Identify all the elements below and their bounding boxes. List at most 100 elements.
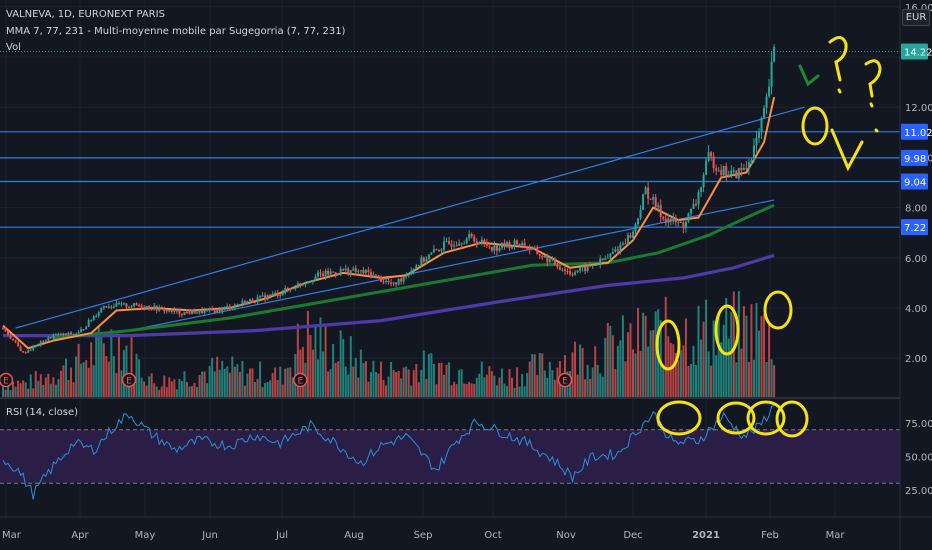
candle-body (402, 276, 405, 282)
chart-canvas[interactable]: EEEE 2.004.006.008.0010.0012.0016.00 25.… (0, 0, 932, 550)
candle-body (349, 270, 352, 275)
candle-body (541, 255, 544, 258)
volume-bar (274, 367, 277, 397)
volume-bar (420, 369, 423, 397)
volume-bar (236, 364, 239, 397)
volume-bar (362, 363, 365, 397)
volume-bar (377, 373, 380, 397)
candle-body (143, 307, 146, 309)
volume-bar (760, 316, 763, 397)
candle-body (216, 309, 219, 313)
candle-body (768, 86, 771, 97)
volume-bar (478, 373, 481, 397)
volume-bar (82, 362, 85, 397)
volume-bar (158, 389, 161, 397)
volume-bar (579, 344, 582, 397)
candle-body (513, 240, 516, 247)
volume-bar (599, 373, 602, 397)
candle-body (752, 145, 755, 161)
candle-body (160, 307, 163, 309)
candle-body (448, 241, 451, 244)
time-tick-label: Jul (275, 530, 288, 541)
candle-body (206, 309, 209, 311)
candle-body (740, 167, 743, 171)
volume-bar (614, 369, 617, 397)
candle-body (500, 242, 503, 249)
candle-body (445, 241, 448, 243)
indicator-legend[interactable]: MMA 7, 77, 231 - Multi-moyenne mobile pa… (6, 26, 345, 37)
candle-body (478, 242, 481, 245)
candle-body (44, 340, 47, 343)
candle-body (369, 271, 372, 277)
candle-body (155, 305, 158, 311)
volume-bar (445, 364, 448, 397)
volume-bar (702, 321, 705, 397)
candle-body (284, 288, 287, 294)
candle-body (309, 281, 312, 283)
candle-body (652, 197, 655, 200)
volume-bar (500, 368, 503, 397)
volume-bar (185, 381, 188, 397)
volume-bar (765, 361, 768, 397)
candle-body (531, 247, 534, 250)
candle-body (536, 247, 539, 255)
volume-bar (54, 384, 57, 397)
volume-bar (223, 368, 226, 397)
candle-body (112, 306, 115, 308)
candle-body (380, 276, 382, 282)
volume-bar (284, 368, 287, 397)
candle-body (710, 152, 713, 157)
volume-bar (75, 356, 78, 397)
candle-body (682, 222, 685, 229)
volume-bar (538, 353, 541, 397)
candle-body (317, 272, 319, 277)
candle-body (221, 308, 224, 312)
candle-body (669, 218, 672, 222)
volume-bar (344, 366, 347, 397)
volume-bar (536, 375, 539, 397)
volume-bar (480, 361, 483, 397)
volume-bar (725, 298, 728, 397)
candle-body (72, 333, 75, 335)
symbol-legend[interactable]: VALNEVA, 1D, EURONEXT PARIS (6, 9, 165, 20)
volume-bar (435, 384, 438, 397)
rsi-title[interactable]: RSI (14, close) (6, 407, 78, 418)
candle-body (440, 249, 443, 252)
candle-body (62, 333, 65, 336)
candle-body (362, 270, 365, 273)
candle-body (390, 282, 393, 284)
candle-body (27, 350, 30, 353)
candle-body (654, 197, 657, 208)
candle-body (722, 165, 725, 176)
candle-body (684, 221, 687, 229)
volume-bar (667, 336, 670, 397)
volume-bar (591, 367, 594, 397)
earnings-marker-label: E (298, 377, 304, 387)
candle-body (90, 320, 93, 322)
candle-body (649, 198, 652, 200)
volume-bar (180, 381, 183, 397)
volume-bar (37, 380, 40, 397)
volume-bar (644, 315, 647, 397)
candle-body (548, 259, 551, 263)
candle-body (218, 309, 221, 312)
candle-body (264, 295, 267, 300)
currency-button[interactable]: EUR (902, 9, 930, 26)
volume-bar (473, 383, 476, 397)
volume-bar (768, 324, 771, 397)
candle-body (639, 209, 642, 219)
volume-bar (715, 355, 718, 397)
volume-bar (221, 360, 224, 397)
candle-body (707, 152, 710, 161)
volume-bar (682, 345, 685, 397)
volume-bar (65, 358, 67, 397)
candle-body (604, 258, 607, 260)
volume-bar (266, 382, 269, 397)
candle-body (760, 117, 763, 132)
volume-legend[interactable]: Vol (6, 42, 21, 53)
volume-bar (511, 377, 514, 397)
volume-bar (9, 390, 12, 397)
candle-body (576, 270, 579, 273)
volume-bar (712, 320, 715, 397)
candle-body (586, 265, 589, 271)
